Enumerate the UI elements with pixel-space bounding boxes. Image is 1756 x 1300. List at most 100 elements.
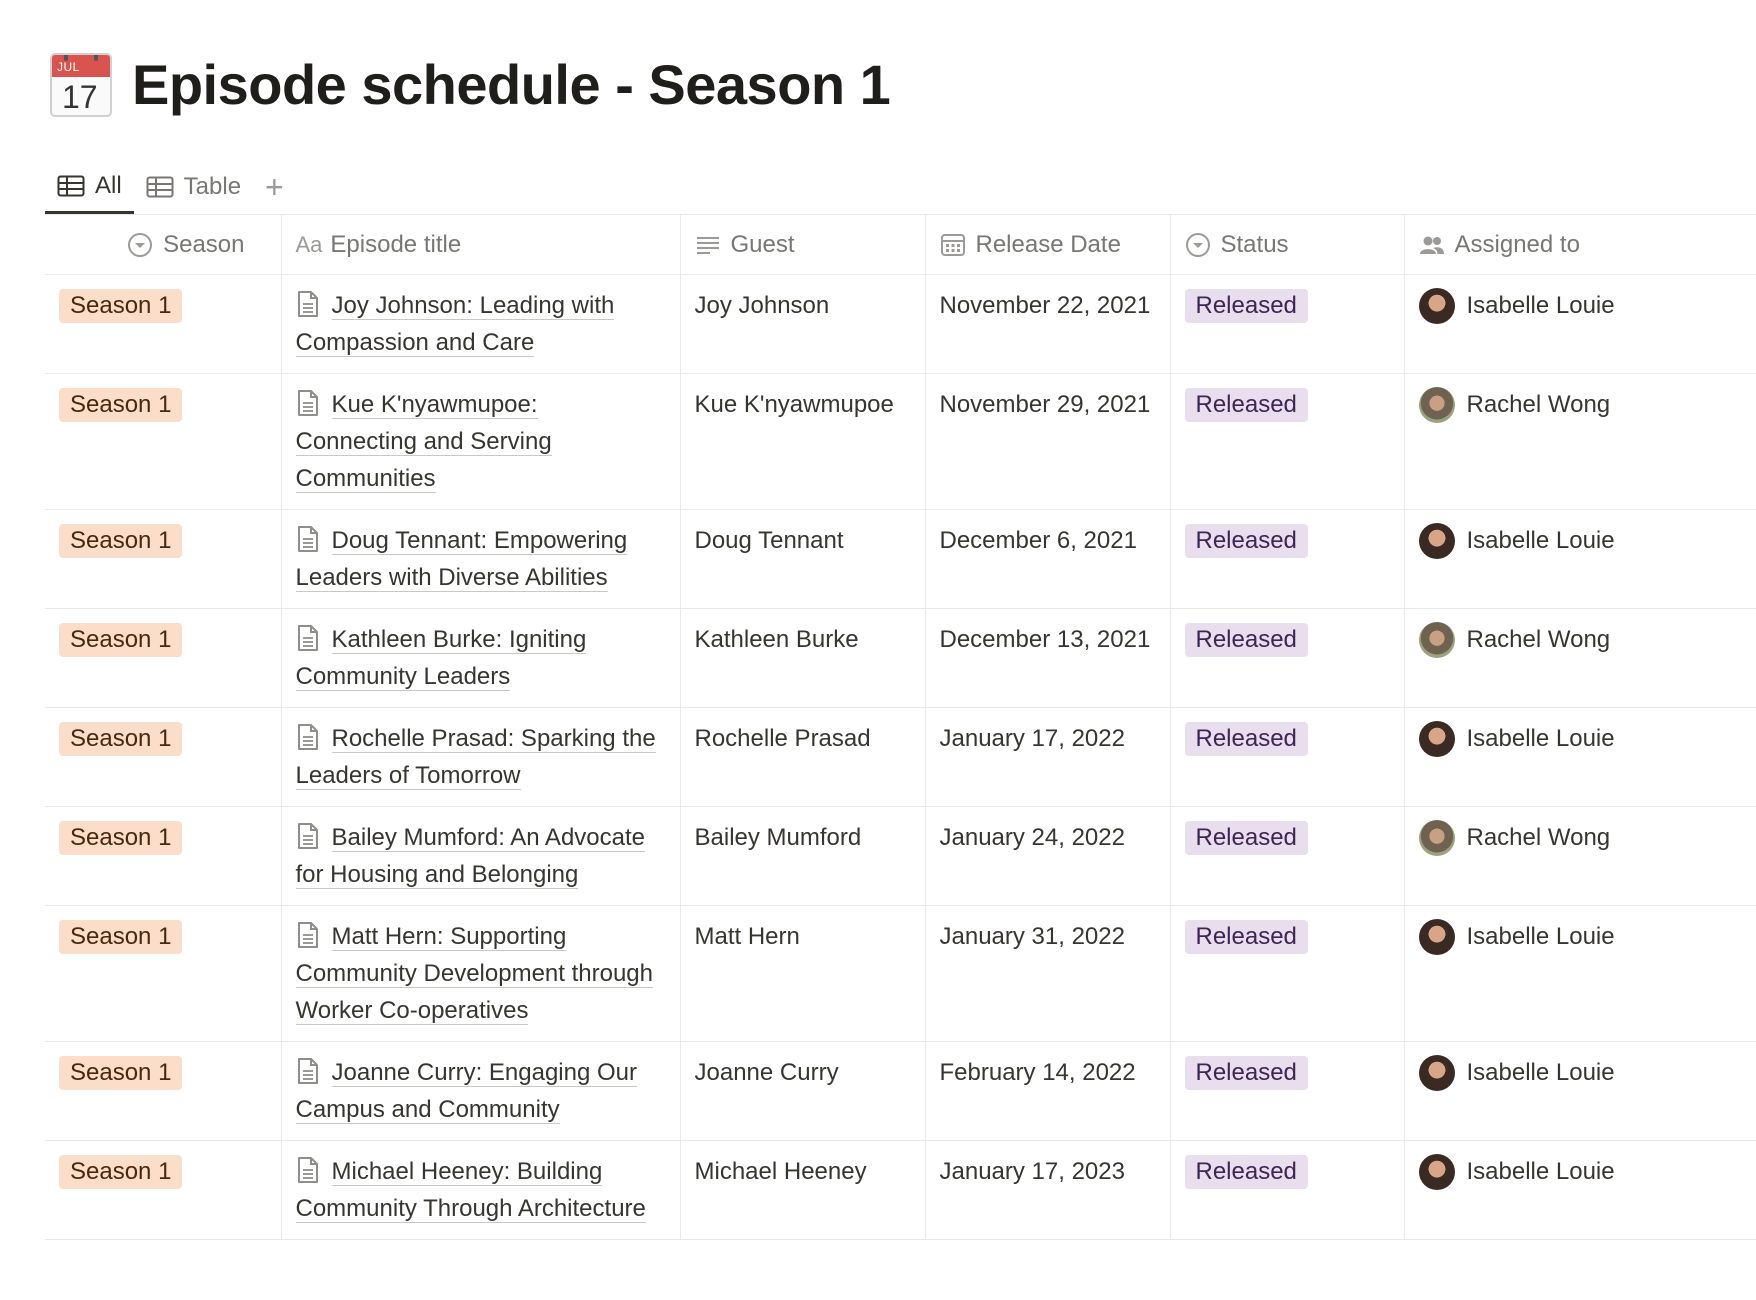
guest-cell[interactable]: Matt Hern bbox=[680, 905, 926, 1042]
episode-title-cell[interactable]: Bailey Mumford: An Advocate for Housing … bbox=[281, 806, 681, 906]
release-date-cell[interactable]: January 24, 2022 bbox=[925, 806, 1171, 906]
assigned-cell[interactable]: Isabelle Louie bbox=[1404, 905, 1756, 1042]
episode-title-link[interactable]: Kue K'nyawmupoe: Connecting and Serving … bbox=[295, 391, 552, 493]
status-cell[interactable]: Released bbox=[1170, 509, 1405, 609]
episode-title-cell[interactable]: Joanne Curry: Engaging Our Campus and Co… bbox=[281, 1041, 681, 1141]
episode-title-cell[interactable]: Rochelle Prasad: Sparking the Leaders of… bbox=[281, 707, 681, 807]
assigned-cell[interactable]: Rachel Wong bbox=[1404, 373, 1756, 510]
status-cell[interactable]: Released bbox=[1170, 1140, 1405, 1240]
guest-cell[interactable]: Doug Tennant bbox=[680, 509, 926, 609]
column-header-status[interactable]: Status bbox=[1170, 215, 1405, 275]
table-row[interactable]: Season 1 Matt Hern: Supporting Community … bbox=[45, 905, 1756, 1042]
assigned-cell[interactable]: Rachel Wong bbox=[1404, 608, 1756, 708]
status-cell[interactable]: Released bbox=[1170, 806, 1405, 906]
episode-title-cell[interactable]: Kathleen Burke: Igniting Community Leade… bbox=[281, 608, 681, 708]
season-cell[interactable]: Season 1 bbox=[45, 373, 282, 510]
guest-cell[interactable]: Rochelle Prasad bbox=[680, 707, 926, 807]
guest-cell[interactable]: Kue K'nyawmupoe bbox=[680, 373, 926, 510]
season-cell[interactable]: Season 1 bbox=[45, 905, 282, 1042]
select-icon bbox=[128, 232, 153, 257]
status-cell[interactable]: Released bbox=[1170, 373, 1405, 510]
guest-cell[interactable]: Kathleen Burke bbox=[680, 608, 926, 708]
table-row[interactable]: Season 1 Michael Heeney: Building Communi… bbox=[45, 1140, 1756, 1240]
season-cell[interactable]: Season 1 bbox=[45, 1041, 282, 1141]
tab-all[interactable]: All bbox=[45, 160, 134, 214]
release-date-cell[interactable]: January 17, 2023 bbox=[925, 1140, 1171, 1240]
assignee-name: Isabelle Louie bbox=[1466, 527, 1615, 554]
season-cell[interactable]: Season 1 bbox=[45, 274, 282, 374]
page-icon bbox=[297, 1058, 318, 1084]
column-header-release-date-label: Release Date bbox=[975, 230, 1121, 258]
table-row[interactable]: Season 1 Kue K'nyawmupoe: Connecting and … bbox=[45, 373, 1756, 510]
episode-title-cell[interactable]: Joy Johnson: Leading with Compassion and… bbox=[281, 274, 681, 374]
page-title[interactable]: Episode schedule - Season 1 bbox=[132, 52, 891, 117]
release-date-cell[interactable]: December 6, 2021 bbox=[925, 509, 1171, 609]
column-header-season[interactable]: Season bbox=[45, 215, 282, 275]
view-tabs: All Table + bbox=[45, 160, 296, 214]
season-cell[interactable]: Season 1 bbox=[45, 806, 282, 906]
table-body: Season 1 Joy Johnson: Leading with Compas… bbox=[45, 274, 1756, 1240]
assignee-name: Rachel Wong bbox=[1466, 626, 1611, 653]
release-date-cell[interactable]: November 29, 2021 bbox=[925, 373, 1171, 510]
episode-title-link[interactable]: Bailey Mumford: An Advocate for Housing … bbox=[295, 824, 645, 889]
tab-all-label: All bbox=[95, 171, 122, 199]
assigned-cell[interactable]: Rachel Wong bbox=[1404, 806, 1756, 906]
column-header-release-date[interactable]: Release Date bbox=[925, 215, 1171, 275]
season-cell[interactable]: Season 1 bbox=[45, 509, 282, 609]
guest-name: Joanne Curry bbox=[694, 1059, 839, 1086]
guest-cell[interactable]: Joanne Curry bbox=[680, 1041, 926, 1141]
episode-title-link[interactable]: Matt Hern: Supporting Community Developm… bbox=[295, 923, 654, 1025]
column-header-title[interactable]: Aa Episode title bbox=[281, 215, 681, 275]
status-cell[interactable]: Released bbox=[1170, 608, 1405, 708]
table-row[interactable]: Season 1 Kathleen Burke: Igniting Communi… bbox=[45, 608, 1756, 708]
guest-cell[interactable]: Michael Heeney bbox=[680, 1140, 926, 1240]
guest-name: Michael Heeney bbox=[694, 1158, 867, 1185]
tab-table[interactable]: Table bbox=[134, 160, 253, 214]
episode-title-cell[interactable]: Kue K'nyawmupoe: Connecting and Serving … bbox=[281, 373, 681, 510]
status-cell[interactable]: Released bbox=[1170, 1041, 1405, 1141]
release-date-cell[interactable]: January 31, 2022 bbox=[925, 905, 1171, 1042]
person-chip: Rachel Wong bbox=[1418, 819, 1743, 856]
table-row[interactable]: Season 1 Rochelle Prasad: Sparking the Le… bbox=[45, 707, 1756, 807]
status-cell[interactable]: Released bbox=[1170, 905, 1405, 1042]
assignee-name: Rachel Wong bbox=[1466, 391, 1611, 418]
season-cell[interactable]: Season 1 bbox=[45, 1140, 282, 1240]
calendar-icon[interactable]: JUL 17 bbox=[50, 52, 112, 117]
episode-title-link[interactable]: Doug Tennant: Empowering Leaders with Di… bbox=[295, 527, 628, 592]
column-header-assigned-label: Assigned to bbox=[1454, 230, 1580, 258]
release-date-cell[interactable]: November 22, 2021 bbox=[925, 274, 1171, 374]
assigned-cell[interactable]: Isabelle Louie bbox=[1404, 1140, 1756, 1240]
assigned-cell[interactable]: Isabelle Louie bbox=[1404, 707, 1756, 807]
episode-title-link[interactable]: Rochelle Prasad: Sparking the Leaders of… bbox=[295, 725, 656, 790]
assigned-cell[interactable]: Isabelle Louie bbox=[1404, 1041, 1756, 1141]
episode-title-cell[interactable]: Doug Tennant: Empowering Leaders with Di… bbox=[281, 509, 681, 609]
guest-name: Kue K'nyawmupoe bbox=[694, 391, 894, 418]
guest-cell[interactable]: Bailey Mumford bbox=[680, 806, 926, 906]
episode-title-link[interactable]: Joanne Curry: Engaging Our Campus and Co… bbox=[295, 1059, 638, 1124]
episode-title-cell[interactable]: Michael Heeney: Building Community Throu… bbox=[281, 1140, 681, 1240]
release-date-cell[interactable]: January 17, 2022 bbox=[925, 707, 1171, 807]
guest-cell[interactable]: Joy Johnson bbox=[680, 274, 926, 374]
release-date-cell[interactable]: December 13, 2021 bbox=[925, 608, 1171, 708]
assigned-cell[interactable]: Isabelle Louie bbox=[1404, 274, 1756, 374]
person-chip: Isabelle Louie bbox=[1418, 1153, 1743, 1190]
column-header-guest[interactable]: Guest bbox=[680, 215, 926, 275]
status-cell[interactable]: Released bbox=[1170, 707, 1405, 807]
table-row[interactable]: Season 1 Doug Tennant: Empowering Leaders… bbox=[45, 509, 1756, 609]
episode-title-link[interactable]: Michael Heeney: Building Community Throu… bbox=[295, 1158, 646, 1223]
episode-title-cell[interactable]: Matt Hern: Supporting Community Developm… bbox=[281, 905, 681, 1042]
assigned-cell[interactable]: Isabelle Louie bbox=[1404, 509, 1756, 609]
season-cell[interactable]: Season 1 bbox=[45, 608, 282, 708]
season-cell[interactable]: Season 1 bbox=[45, 707, 282, 807]
episode-title-link[interactable]: Kathleen Burke: Igniting Community Leade… bbox=[295, 626, 587, 691]
episode-title-link[interactable]: Joy Johnson: Leading with Compassion and… bbox=[295, 292, 615, 357]
table-row[interactable]: Season 1 Joanne Curry: Engaging Our Campu… bbox=[45, 1041, 1756, 1141]
avatar bbox=[1418, 1153, 1455, 1190]
release-date-cell[interactable]: February 14, 2022 bbox=[925, 1041, 1171, 1141]
status-cell[interactable]: Released bbox=[1170, 274, 1405, 374]
column-header-assigned[interactable]: Assigned to bbox=[1404, 215, 1756, 275]
avatar bbox=[1418, 918, 1455, 955]
table-row[interactable]: Season 1 Bailey Mumford: An Advocate for … bbox=[45, 806, 1756, 906]
add-view-button[interactable]: + bbox=[253, 160, 296, 214]
table-row[interactable]: Season 1 Joy Johnson: Leading with Compas… bbox=[45, 274, 1756, 374]
